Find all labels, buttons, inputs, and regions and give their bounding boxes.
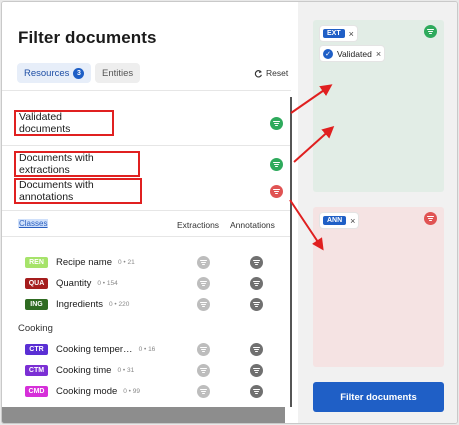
annotation-arrows xyxy=(289,84,335,251)
arrow xyxy=(289,199,324,251)
arrow xyxy=(290,84,333,114)
filter-dialog: Filter documents Resources 3 Entities Re… xyxy=(1,1,458,424)
arrow xyxy=(293,125,335,163)
